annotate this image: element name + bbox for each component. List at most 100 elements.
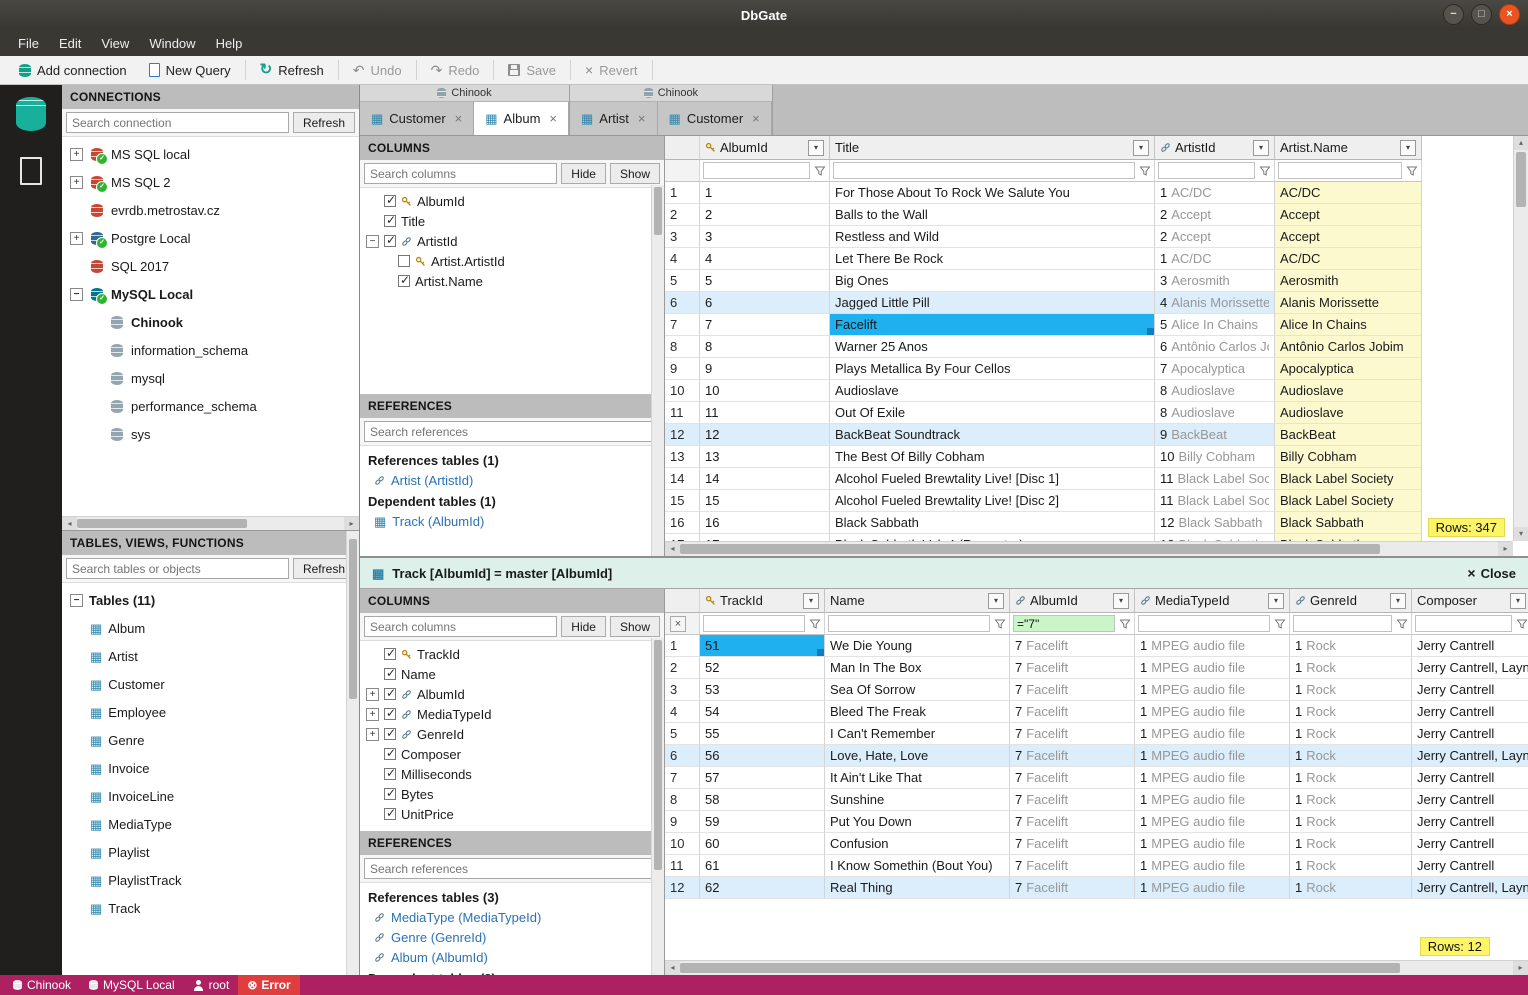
grid-cell[interactable]: Jerry Cantrell [1412, 811, 1528, 833]
undo-button[interactable]: ↶ Undo [342, 59, 413, 82]
grid-cell[interactable]: Sea Of Sorrow [825, 679, 1010, 701]
grid-cell[interactable]: Jerry Cantrell [1412, 635, 1528, 657]
row-number[interactable]: 5 [665, 270, 700, 292]
scroll-left-icon[interactable]: ◂ [665, 961, 680, 975]
row-number[interactable]: 11 [665, 855, 700, 877]
collapse-icon[interactable]: − [366, 234, 379, 248]
grid-cell[interactable]: 1 MPEG audio file [1135, 723, 1290, 745]
grid-cell[interactable]: 1 MPEG audio file [1135, 657, 1290, 679]
grid-cell[interactable]: 4 Alanis Morissette [1155, 292, 1275, 314]
column-item-unitprice[interactable]: UnitPrice [360, 804, 664, 824]
filter-icon[interactable] [1274, 618, 1286, 630]
grid-cell[interactable]: 7 Facelift [1010, 701, 1135, 723]
column-item-artist.artistid[interactable]: Artist.ArtistId [360, 251, 664, 271]
column-menu-button[interactable]: ▾ [1253, 139, 1269, 156]
grid-cell[interactable]: Restless and Wild [830, 226, 1155, 248]
grid-cell[interactable]: 1 MPEG audio file [1135, 701, 1290, 723]
grid-cell[interactable]: 2 Accept [1155, 226, 1275, 248]
column-menu-button[interactable]: ▾ [803, 592, 819, 609]
filter-icon[interactable] [1119, 618, 1131, 630]
grid-cell[interactable]: 12 [700, 424, 830, 446]
column-menu-button[interactable]: ▾ [1113, 592, 1129, 609]
grid-cell[interactable]: Alcohol Fueled Brewtality Live! [Disc 2] [830, 490, 1155, 512]
grid-cell[interactable]: Confusion [825, 833, 1010, 855]
row-number[interactable]: 2 [665, 204, 700, 226]
reference-link[interactable]: Album (AlbumId) [360, 948, 664, 968]
row-number[interactable]: 12 [665, 877, 700, 899]
menu-help[interactable]: Help [206, 33, 253, 54]
grid-cell[interactable]: 6Antônio Carlos Jobim [1155, 336, 1275, 358]
grid-cell[interactable]: BackBeat Soundtrack [830, 424, 1155, 446]
selection-handle[interactable] [1147, 328, 1154, 335]
table-item-artist[interactable]: ▦ Artist [62, 642, 359, 670]
grid-cell[interactable]: 59 [700, 811, 825, 833]
scroll-right-icon[interactable]: ▸ [1498, 542, 1513, 556]
grid-cell[interactable]: 7 Facelift [1010, 855, 1135, 877]
column-menu-button[interactable]: ▾ [988, 592, 1004, 609]
grid-cell[interactable]: Real Thing [825, 877, 1010, 899]
grid-cell[interactable]: 1 MPEG audio file [1135, 811, 1290, 833]
grid-cell[interactable]: 1 Rock [1290, 679, 1412, 701]
row-number[interactable]: 13 [665, 446, 700, 468]
grid-cell[interactable]: 1 MPEG audio file [1135, 745, 1290, 767]
tab-album[interactable]: ▦ Album × [474, 102, 569, 135]
grid-cell[interactable]: 7 Facelift [1010, 679, 1135, 701]
column-checkbox[interactable] [384, 806, 396, 820]
row-number[interactable]: 1 [665, 635, 700, 657]
filter-input-title[interactable] [833, 162, 1135, 179]
grid-cell[interactable]: 9 [700, 358, 830, 380]
filter-icon[interactable] [809, 618, 821, 630]
grid-cell[interactable]: 3 Aerosmith [1155, 270, 1275, 292]
grid-cell[interactable]: It Ain't Like That [825, 767, 1010, 789]
scrollbar-thumb[interactable] [680, 544, 1380, 554]
column-checkbox[interactable] [398, 273, 410, 287]
grid-cell[interactable]: 7 Facelift [1010, 657, 1135, 679]
row-number[interactable]: 17 [665, 534, 700, 541]
column-checkbox[interactable] [384, 213, 396, 227]
refresh-connections-button[interactable]: Refresh [292, 112, 355, 133]
grid-cell[interactable]: 62 [700, 877, 825, 899]
connection-item[interactable]: mysql [62, 364, 359, 392]
column-checkbox[interactable] [384, 646, 396, 660]
column-item-bytes[interactable]: Bytes [360, 784, 664, 804]
grid-corner[interactable] [665, 589, 700, 613]
grid-cell[interactable]: For Those About To Rock We Salute You [830, 182, 1155, 204]
track-columns-scrollbar[interactable] [651, 638, 664, 975]
row-number[interactable]: 6 [665, 745, 700, 767]
grid-cell[interactable]: 1 MPEG audio file [1135, 789, 1290, 811]
selected-cell[interactable]: Facelift [830, 314, 1155, 336]
album-vertical-scrollbar[interactable]: ▴ ▾ [1513, 136, 1528, 541]
grid-cell[interactable]: Black Sabbath [830, 512, 1155, 534]
hide-columns-button[interactable]: Hide [561, 163, 606, 184]
row-number[interactable]: 6 [665, 292, 700, 314]
grid-cell[interactable]: 1 MPEG audio file [1135, 877, 1290, 899]
column-header-trackid[interactable]: TrackId ▾ [700, 589, 825, 613]
expand-icon[interactable]: + [366, 687, 379, 701]
grid-cell[interactable]: Black Sabbath [1275, 534, 1422, 541]
add-connection-button[interactable]: Add connection [8, 59, 138, 82]
scroll-down-icon[interactable]: ▾ [1514, 527, 1528, 541]
column-header-albumid[interactable]: AlbumId ▾ [700, 136, 830, 160]
track-horizontal-scrollbar[interactable]: ◂ ▸ [665, 960, 1528, 975]
grid-cell[interactable]: 1 MPEG audio file [1135, 679, 1290, 701]
grid-cell[interactable]: I Know Somethin (Bout You) [825, 855, 1010, 877]
grid-cell[interactable]: 8 Audioslave [1155, 380, 1275, 402]
tab-close-icon[interactable]: × [638, 111, 646, 126]
grid-cell[interactable]: Jerry Cantrell [1412, 855, 1528, 877]
grid-cell[interactable]: Alanis Morissette [1275, 292, 1422, 314]
grid-cell[interactable]: 7 Facelift [1010, 877, 1135, 899]
grid-cell[interactable]: 7 Apocalyptica [1155, 358, 1275, 380]
grid-cell[interactable]: 1 Rock [1290, 833, 1412, 855]
scroll-right-icon[interactable]: ▸ [1513, 961, 1528, 975]
row-number[interactable]: 12 [665, 424, 700, 446]
status-user[interactable]: root [184, 975, 239, 995]
row-number[interactable]: 8 [665, 789, 700, 811]
grid-cell[interactable]: Black Label Society [1275, 468, 1422, 490]
collapse-icon[interactable]: − [70, 593, 83, 607]
grid-cell[interactable]: 57 [700, 767, 825, 789]
grid-cell[interactable]: Bleed The Freak [825, 701, 1010, 723]
grid-cell[interactable]: 5 [700, 270, 830, 292]
column-item-milliseconds[interactable]: Milliseconds [360, 764, 664, 784]
filter-input-composer[interactable] [1415, 615, 1512, 632]
table-item-customer[interactable]: ▦ Customer [62, 670, 359, 698]
